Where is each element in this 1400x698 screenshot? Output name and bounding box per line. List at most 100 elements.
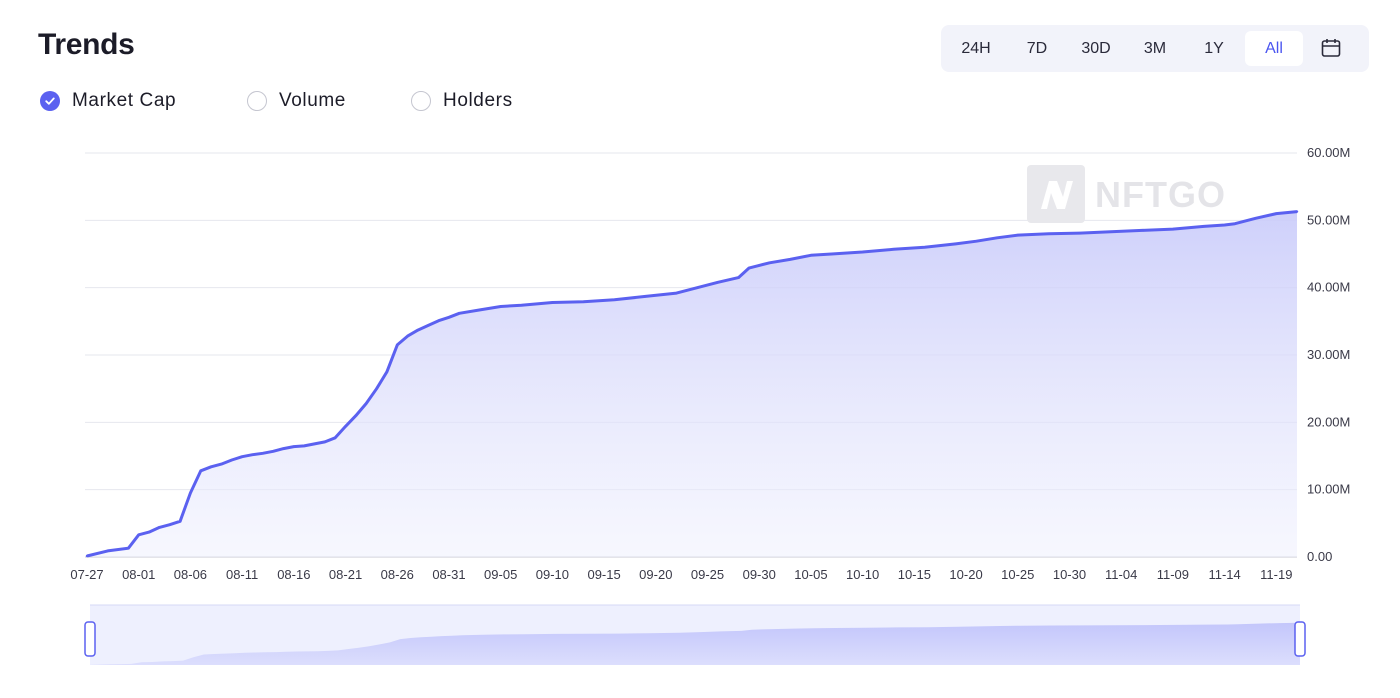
data-point — [375, 387, 378, 390]
x-tick-label: 10-30 — [1053, 567, 1086, 582]
y-tick-label: 10.00M — [1307, 482, 1350, 497]
data-point — [747, 266, 751, 270]
data-point — [975, 240, 978, 243]
data-point — [220, 462, 223, 466]
data-point — [251, 453, 254, 456]
data-point — [1233, 222, 1237, 225]
y-tick-label: 30.00M — [1307, 347, 1350, 362]
data-point — [1047, 232, 1050, 235]
data-point — [520, 303, 523, 307]
watermark-text: NFTGO — [1095, 174, 1226, 215]
data-point — [106, 549, 109, 553]
data-point — [354, 414, 358, 417]
data-point — [178, 520, 182, 523]
data-point — [406, 334, 409, 338]
data-point — [427, 324, 430, 327]
x-tick-label: 10-10 — [846, 567, 879, 582]
data-point — [344, 425, 347, 428]
data-point — [613, 298, 616, 301]
data-point — [758, 264, 761, 267]
x-tick-label: 08-26 — [381, 567, 414, 582]
range-navigator[interactable] — [84, 604, 1306, 665]
y-tick-label: 50.00M — [1307, 212, 1350, 227]
x-tick-label: 09-05 — [484, 567, 517, 582]
x-tick-label: 09-15 — [587, 567, 620, 582]
x-tick-label: 08-31 — [432, 567, 465, 582]
data-point — [830, 252, 833, 256]
x-tick-label: 10-15 — [898, 567, 931, 582]
data-point — [158, 526, 161, 529]
data-point — [271, 450, 275, 453]
data-point — [189, 491, 192, 495]
data-point — [861, 250, 864, 254]
x-tick-label: 10-20 — [949, 567, 982, 582]
data-point — [1171, 227, 1175, 231]
x-axis-ticks: 07-27 08-01 08-06 08-11 08-16 08-21 08-26 08-31… — [70, 567, 1292, 582]
x-tick-label: 08-16 — [277, 567, 310, 582]
data-point — [1140, 229, 1144, 232]
data-point — [737, 276, 740, 279]
data-point — [551, 301, 554, 304]
x-tick-label: 11-14 — [1208, 567, 1240, 582]
x-tick-label: 11-09 — [1157, 567, 1189, 582]
data-point — [1295, 210, 1299, 213]
data-point — [768, 261, 771, 264]
data-point — [923, 246, 926, 249]
x-tick-label: 11-04 — [1105, 567, 1137, 582]
data-point — [230, 458, 233, 462]
x-tick-label: 10-25 — [1001, 567, 1034, 582]
y-tick-label: 60.00M — [1307, 145, 1350, 160]
x-tick-label: 08-01 — [122, 567, 155, 582]
x-tick-label: 08-11 — [226, 567, 258, 582]
data-point — [789, 258, 792, 261]
x-tick-label: 09-30 — [743, 567, 776, 582]
data-point — [1016, 233, 1019, 237]
data-point — [1254, 217, 1257, 220]
data-point — [1202, 225, 1206, 228]
data-point — [809, 254, 813, 257]
data-point — [447, 316, 451, 319]
data-point — [292, 445, 296, 448]
data-point — [209, 465, 213, 468]
market-cap-area — [87, 211, 1297, 557]
data-point — [695, 286, 699, 289]
market-cap-chart: NFTGO 0.00 10.00M 20.00M 30.00M 40.00M 50.00M… — [70, 145, 1350, 665]
navigator-left-handle[interactable] — [84, 621, 96, 657]
data-point — [323, 440, 327, 444]
data-point — [644, 295, 647, 298]
navigator-right-handle[interactable] — [1294, 621, 1306, 657]
x-tick-label: 09-10 — [536, 567, 569, 582]
data-point — [282, 447, 285, 450]
data-point — [261, 452, 265, 455]
data-point — [302, 444, 306, 448]
data-point — [416, 328, 420, 332]
x-tick-label: 07-27 — [70, 567, 103, 582]
data-point — [437, 319, 440, 322]
x-tick-label: 08-21 — [329, 567, 362, 582]
data-point — [892, 248, 895, 251]
x-tick-label: 09-25 — [691, 567, 724, 582]
data-point — [1223, 223, 1226, 227]
data-point — [396, 343, 399, 347]
y-tick-label: 40.00M — [1307, 280, 1350, 295]
data-point — [137, 533, 140, 536]
x-tick-label: 10-05 — [794, 567, 827, 582]
x-tick-label: 09-20 — [639, 567, 672, 582]
data-point — [995, 236, 999, 240]
y-tick-label: 0.00 — [1307, 549, 1332, 564]
data-point — [127, 547, 130, 550]
data-point — [478, 308, 482, 312]
data-point — [168, 523, 171, 526]
y-tick-label: 20.00M — [1307, 414, 1350, 429]
data-point — [499, 305, 502, 308]
data-point — [1275, 212, 1278, 215]
data-point — [1109, 230, 1113, 233]
data-point — [199, 469, 202, 473]
data-point — [385, 370, 389, 374]
data-point — [675, 291, 678, 295]
data-point — [458, 312, 461, 315]
x-tick-label: 11-19 — [1260, 567, 1292, 582]
data-point — [582, 300, 585, 304]
data-point — [716, 281, 720, 284]
x-tick-label: 08-06 — [174, 567, 207, 582]
